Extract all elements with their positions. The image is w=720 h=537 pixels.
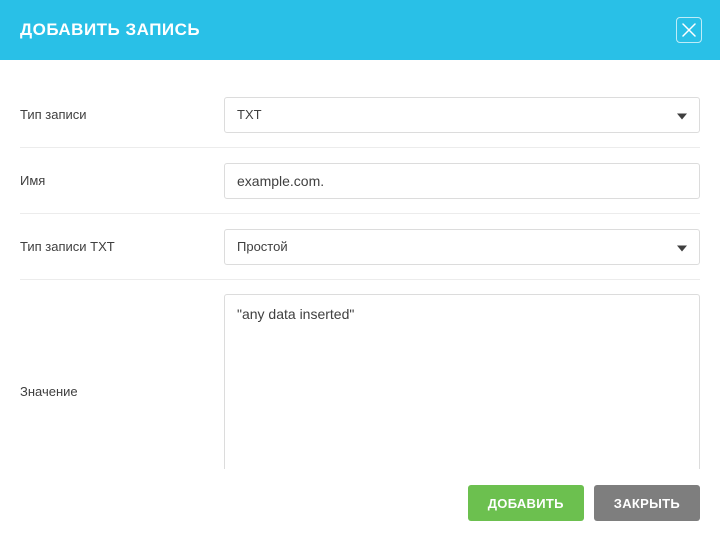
select-record-type[interactable]: TXT (224, 97, 700, 133)
label-record-type: Тип записи (20, 107, 224, 122)
close-icon (682, 23, 696, 37)
modal-header: ДОБАВИТЬ ЗАПИСЬ (0, 0, 720, 60)
input-name[interactable] (224, 163, 700, 199)
label-value: Значение (20, 384, 224, 399)
row-record-type: Тип записи TXT (20, 82, 700, 148)
add-record-modal: ДОБАВИТЬ ЗАПИСЬ Тип записи TXT Имя (0, 0, 720, 537)
close-button[interactable] (676, 17, 702, 43)
chevron-down-icon (677, 107, 687, 122)
chevron-down-icon (677, 239, 687, 254)
row-value: Значение (20, 280, 700, 469)
select-record-type-value: TXT (237, 107, 262, 122)
label-txt-type: Тип записи TXT (20, 239, 224, 254)
close-footer-button[interactable]: ЗАКРЫТЬ (594, 485, 700, 521)
select-txt-type[interactable]: Простой (224, 229, 700, 265)
modal-body: Тип записи TXT Имя Тип записи TXT Просто (0, 60, 720, 469)
row-txt-type: Тип записи TXT Простой (20, 214, 700, 280)
row-name: Имя (20, 148, 700, 214)
modal-title: ДОБАВИТЬ ЗАПИСЬ (20, 20, 200, 40)
add-button[interactable]: ДОБАВИТЬ (468, 485, 584, 521)
select-txt-type-value: Простой (237, 239, 288, 254)
textarea-value[interactable] (224, 294, 700, 469)
modal-footer: ДОБАВИТЬ ЗАКРЫТЬ (0, 469, 720, 537)
label-name: Имя (20, 173, 224, 188)
